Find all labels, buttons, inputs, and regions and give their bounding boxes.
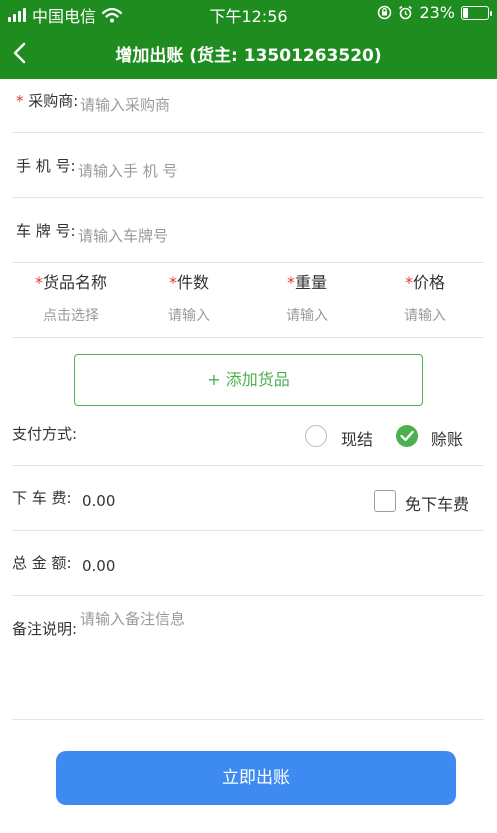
goods-price-input[interactable]: 请输入: [366, 305, 484, 325]
waive-fee-label[interactable]: 免下车费: [405, 491, 469, 515]
nav-bar: 增加出账 (货主: 13501263520): [0, 26, 497, 79]
checkmark-icon: [400, 430, 414, 442]
remarks-label: 备注说明:: [12, 620, 78, 638]
goods-col-count-header: *件数: [130, 269, 248, 293]
buyer-label: * 采购商:: [16, 90, 78, 111]
goods-weight-input[interactable]: 请输入: [248, 305, 366, 325]
required-mark: *: [404, 273, 413, 292]
goods-col-weight-header: *重量: [248, 269, 366, 293]
goods-table: *货品名称 点击选择 *件数 请输入 *重量 请输入 *价格 请输入: [12, 263, 484, 338]
buyer-input[interactable]: 请输入采购商: [80, 94, 170, 115]
goods-count-input[interactable]: 请输入: [130, 305, 248, 325]
goods-name-select[interactable]: 点击选择: [12, 305, 130, 325]
goods-col-price-header: *价格: [366, 269, 484, 293]
rotation-lock-icon: [378, 5, 392, 20]
waive-fee-checkbox[interactable]: [374, 490, 396, 512]
buyer-label-text: 采购商:: [28, 92, 79, 110]
alarm-icon: [399, 5, 413, 20]
plate-label: 车 牌 号:: [16, 222, 76, 240]
buyer-row: * 采购商: 请输入采购商: [12, 79, 484, 133]
required-mark: *: [34, 273, 43, 292]
required-mark: *: [286, 273, 295, 292]
page-title: 增加出账 (货主: 13501263520): [115, 46, 382, 66]
unload-fee-value[interactable]: 0.00: [82, 492, 115, 510]
total-row: 总 金 额: 0.00: [12, 531, 484, 596]
radio-cash[interactable]: [305, 425, 327, 447]
plate-row: 车 牌 号: 请输入车牌号: [12, 198, 484, 263]
unload-fee-row: 下 车 费: 0.00 免下车费: [12, 466, 484, 531]
battery-icon: [461, 5, 492, 20]
payment-label: 支付方式:: [12, 425, 78, 443]
add-goods-button[interactable]: + 添加货品: [74, 354, 423, 406]
unload-fee-label: 下 车 费:: [12, 489, 72, 507]
payment-row: 支付方式: 现结 赊账: [12, 406, 484, 466]
goods-col-name-header: *货品名称: [12, 269, 130, 293]
radio-credit-label[interactable]: 赊账: [431, 426, 463, 450]
phone-row: 手 机 号: 请输入手 机 号: [12, 133, 484, 198]
submit-button[interactable]: 立即出账: [56, 751, 456, 805]
status-bar: 中国电信 下午12:56 23%: [0, 0, 497, 26]
required-mark: *: [16, 92, 24, 110]
radio-cash-label[interactable]: 现结: [341, 426, 373, 450]
goods-col-price-label: 价格: [412, 273, 445, 292]
remarks-row: 备注说明: 请输入备注信息: [12, 596, 484, 720]
phone-label: 手 机 号:: [16, 157, 76, 175]
goods-col-name-label: 货品名称: [42, 273, 107, 292]
goods-col-weight-label: 重量: [294, 273, 327, 292]
total-value: 0.00: [82, 557, 116, 575]
required-mark: *: [168, 273, 177, 292]
goods-col-count-label: 件数: [176, 273, 209, 292]
total-label: 总 金 额:: [12, 554, 72, 572]
plate-input[interactable]: 请输入车牌号: [78, 225, 168, 246]
phone-input[interactable]: 请输入手 机 号: [78, 160, 178, 181]
remarks-input[interactable]: 请输入备注信息: [80, 608, 185, 629]
battery-percent: 23%: [419, 3, 455, 22]
radio-credit[interactable]: [396, 425, 418, 447]
